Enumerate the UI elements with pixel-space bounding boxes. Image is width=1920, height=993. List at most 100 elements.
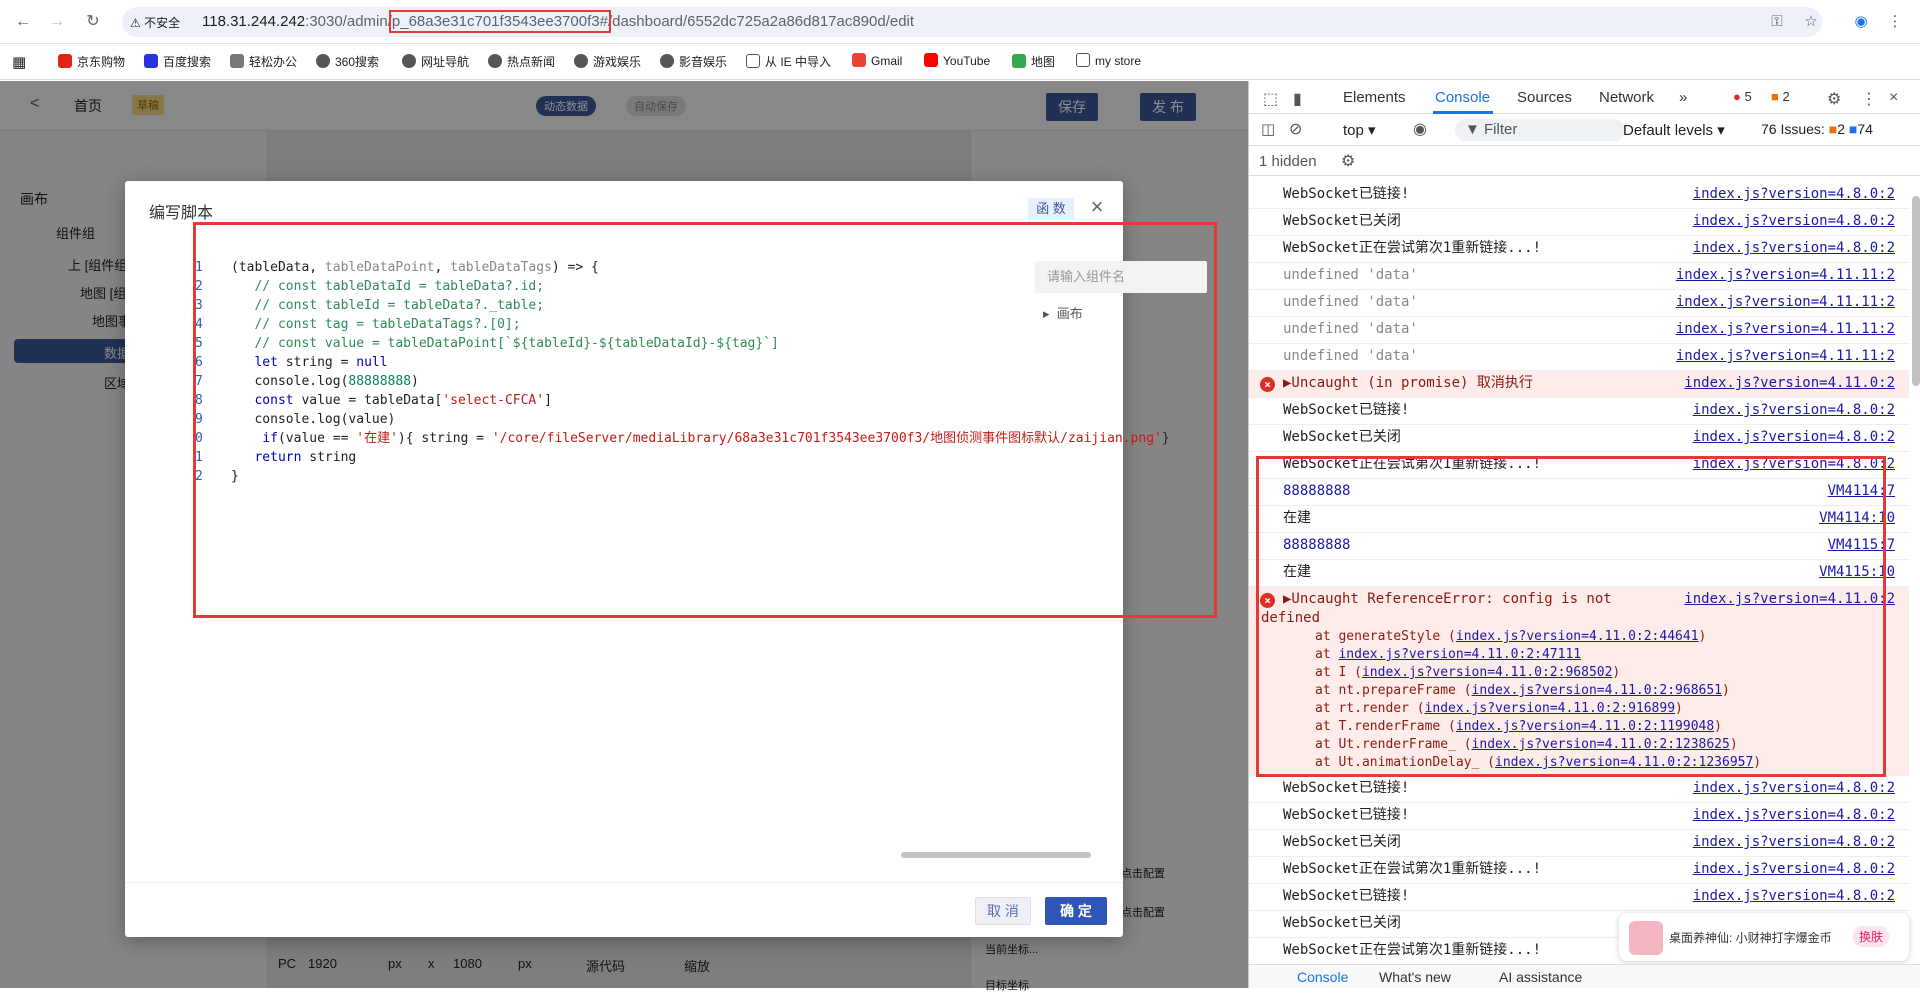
bookmark-jd[interactable]: 京东购物 — [58, 53, 125, 70]
hidden-count[interactable]: 1 hidden — [1259, 153, 1317, 170]
error-count[interactable]: ● 5 — [1733, 89, 1752, 104]
console-message: WebSocket已链接! — [1283, 186, 1410, 202]
bookmark-gmail[interactable]: Gmail — [852, 53, 902, 68]
kebab-menu-icon[interactable]: ⋮ — [1861, 89, 1877, 109]
console-source-link[interactable]: index.js?version=4.8.0:2 — [1693, 887, 1895, 906]
profile-icon[interactable]: ◉ — [1850, 11, 1872, 33]
console-row[interactable]: undefined 'data' index.js?version=4.11.11… — [1249, 344, 1909, 371]
bookmark-ie-import[interactable]: 从 IE 中导入 — [746, 53, 831, 70]
annotation-box-code — [193, 222, 1217, 618]
bookmark-my-store[interactable]: my store — [1076, 53, 1141, 68]
modal-footer-divider — [125, 882, 1123, 883]
insecure-badge[interactable]: ⚠ 不安全 — [130, 14, 180, 31]
console-source-link[interactable]: index.js?version=4.8.0:2 — [1693, 860, 1895, 879]
bookmark-youtube[interactable]: YouTube — [924, 53, 990, 68]
console-row[interactable]: WebSocket已关闭 index.js?version=4.8.0:2 — [1249, 209, 1909, 236]
console-source-link[interactable]: index.js?version=4.8.0:2 — [1693, 212, 1895, 231]
horizontal-scrollbar[interactable] — [901, 852, 1091, 858]
console-row[interactable]: WebSocket已链接! index.js?version=4.8.0:2 — [1249, 776, 1909, 803]
console-row[interactable]: WebSocket正在尝试第次1重新链接...! index.js?version… — [1249, 236, 1909, 263]
console-source-link[interactable]: index.js?version=4.11.11:2 — [1676, 293, 1895, 312]
tab-sources[interactable]: Sources — [1517, 89, 1572, 106]
context-select[interactable]: top ▾ — [1343, 121, 1376, 139]
password-key-icon[interactable]: ⚿ — [1766, 11, 1788, 33]
console-row[interactable]: WebSocket已链接! index.js?version=4.8.0:2 — [1249, 182, 1909, 209]
reload-icon[interactable]: ↻ — [82, 11, 104, 33]
promo-button[interactable]: 换肤 — [1853, 926, 1890, 947]
gear-icon[interactable]: ⚙ — [1827, 89, 1841, 109]
console-settings-icon[interactable]: ⚙ — [1341, 151, 1355, 171]
console-row[interactable]: undefined 'data' index.js?version=4.11.11… — [1249, 317, 1909, 344]
console-scrollbar[interactable] — [1912, 196, 1920, 386]
console-row[interactable]: undefined 'data' index.js?version=4.11.11… — [1249, 290, 1909, 317]
bookmark-office[interactable]: 轻松办公 — [230, 53, 297, 70]
bookmark-nav[interactable]: 网址导航 — [402, 53, 469, 70]
tab-network[interactable]: Network — [1599, 89, 1654, 106]
more-tabs-icon[interactable]: » — [1679, 89, 1687, 106]
console-source-link[interactable]: index.js?version=4.11.11:2 — [1676, 266, 1895, 285]
clear-console-icon[interactable]: ⊘ — [1289, 119, 1302, 139]
console-source-link[interactable]: index.js?version=4.8.0:2 — [1693, 806, 1895, 825]
bookmark-360[interactable]: 360搜索 — [316, 53, 379, 70]
bookmark-label: 京东购物 — [77, 55, 126, 69]
console-message: WebSocket已链接! — [1283, 888, 1410, 904]
drawer-tab-whats-new[interactable]: What's new — [1379, 969, 1451, 985]
console-row[interactable]: WebSocket正在尝试第次1重新链接...! index.js?version… — [1249, 857, 1909, 884]
promo-popup[interactable]: 桌面养神仙: 小财神打字爆金币 换肤 — [1619, 913, 1909, 961]
eye-icon[interactable]: ◉ — [1413, 119, 1427, 139]
console-message: undefined 'data' — [1283, 267, 1418, 283]
inspect-icon[interactable]: ⬚ — [1263, 89, 1278, 109]
function-tag[interactable]: 函 数 — [1028, 198, 1074, 220]
console-row[interactable]: WebSocket已关闭 index.js?version=4.8.0:2 — [1249, 830, 1909, 857]
apps-grid-icon[interactable]: ▦ — [12, 53, 26, 71]
drawer-tab-ai-assistance[interactable]: AI assistance — [1499, 969, 1582, 985]
console-source-link[interactable]: index.js?version=4.8.0:2 — [1693, 239, 1895, 258]
filter-input[interactable]: ▼ Filter — [1455, 119, 1625, 141]
console-source-link[interactable]: index.js?version=4.8.0:2 — [1693, 833, 1895, 852]
console-message: WebSocket正在尝试第次1重新链接...! — [1283, 942, 1542, 958]
bookmark-label: 轻松办公 — [249, 55, 298, 69]
console-source-link[interactable]: index.js?version=4.11.0:2 — [1684, 374, 1895, 393]
console-row[interactable]: WebSocket已链接! index.js?version=4.8.0:2 — [1249, 884, 1909, 911]
bookmark-label: 影音娱乐 — [679, 55, 728, 69]
chrome-menu-icon[interactable]: ⋮ — [1884, 11, 1906, 33]
log-levels-select[interactable]: Default levels ▾ — [1623, 121, 1725, 139]
url-path: :3030/admin/ — [305, 13, 392, 30]
device-toggle-icon[interactable]: ▮ — [1293, 89, 1302, 109]
console-row[interactable]: WebSocket已链接! index.js?version=4.8.0:2 — [1249, 803, 1909, 830]
console-row[interactable]: WebSocket已链接! index.js?version=4.8.0:2 — [1249, 398, 1909, 425]
address-bar[interactable]: ⚠ 不安全 118.31.244.242:3030/admin/p_68a3e3… — [122, 7, 1822, 37]
tab-console[interactable]: Console — [1435, 89, 1490, 106]
bookmark-games[interactable]: 游戏娱乐 — [574, 53, 641, 70]
bookmark-baidu[interactable]: 百度搜索 — [144, 53, 211, 70]
console-source-link[interactable]: index.js?version=4.8.0:2 — [1693, 779, 1895, 798]
promo-text: 桌面养神仙: 小财神打字爆金币 — [1669, 931, 1832, 945]
console-row[interactable]: WebSocket已关闭 index.js?version=4.8.0:2 — [1249, 425, 1909, 452]
bookmark-news[interactable]: 热点新闻 — [488, 53, 555, 70]
console-message: WebSocket正在尝试第次1重新链接...! — [1283, 240, 1542, 256]
console-row[interactable]: undefined 'data' index.js?version=4.11.11… — [1249, 263, 1909, 290]
confirm-button[interactable]: 确 定 — [1045, 897, 1107, 925]
close-devtools-icon[interactable]: × — [1889, 89, 1898, 107]
console-message: ▶Uncaught (in promise) 取消执行 — [1283, 375, 1533, 391]
forward-icon[interactable]: → — [46, 11, 68, 33]
close-icon[interactable]: × — [1085, 195, 1109, 219]
console-source-link[interactable]: index.js?version=4.8.0:2 — [1693, 401, 1895, 420]
bookmark-star-icon[interactable]: ☆ — [1800, 11, 1822, 33]
console-source-link[interactable]: index.js?version=4.8.0:2 — [1693, 428, 1895, 447]
console-source-link[interactable]: index.js?version=4.11.11:2 — [1676, 347, 1895, 366]
drawer-tab-console[interactable]: Console — [1297, 969, 1348, 985]
warning-count[interactable]: ■ 2 — [1771, 89, 1790, 104]
bookmark-maps[interactable]: 地图 — [1012, 53, 1055, 70]
console-source-link[interactable]: index.js?version=4.11.11:2 — [1676, 320, 1895, 339]
tab-elements[interactable]: Elements — [1343, 89, 1406, 106]
console-error-row[interactable]: × ▶Uncaught (in promise) 取消执行 index.js?ver… — [1249, 371, 1909, 398]
bookmark-label: 热点新闻 — [507, 55, 556, 69]
sidebar-toggle-icon[interactable]: ◫ — [1261, 120, 1275, 138]
cancel-button[interactable]: 取 消 — [975, 897, 1031, 925]
back-icon[interactable]: ← — [12, 11, 34, 33]
url-text[interactable]: 118.31.244.242:3030/admin/p_68a3e31c701f… — [202, 10, 914, 33]
issues-button[interactable]: 76 Issues: ■2 ■74 — [1761, 121, 1873, 137]
bookmark-video[interactable]: 影音娱乐 — [660, 53, 727, 70]
console-source-link[interactable]: index.js?version=4.8.0:2 — [1693, 185, 1895, 204]
